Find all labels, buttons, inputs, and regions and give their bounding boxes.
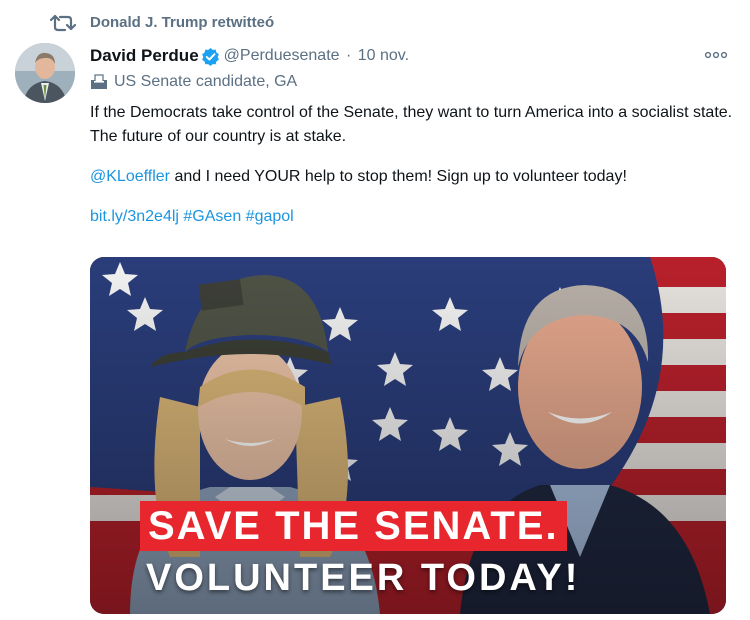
hashtag-gapol[interactable]: #gapol	[246, 208, 294, 225]
account-label: US Senate candidate, GA	[90, 73, 297, 95]
tweet-paragraph-2-text: and I need YOUR help to stop them! Sign …	[170, 168, 627, 185]
author-handle[interactable]: @Perduesenate	[224, 47, 340, 64]
mention-link[interactable]: @KLoeffler	[90, 168, 170, 185]
label-text: US Senate candidate, GA	[114, 73, 298, 90]
tweet-header: David Perdue @Perduesenate · 10 nov.	[90, 46, 690, 68]
verified-badge-icon	[201, 47, 219, 66]
tweet-paragraph-2: @KLoeffler and I need YOUR help to stop …	[90, 165, 740, 189]
tweet-media-image[interactable]: SAVE THE SENATE. VOLUNTEER TODAY!	[90, 257, 726, 614]
media-banner-line-2: VOLUNTEER TODAY!	[146, 557, 581, 599]
separator-dot: ·	[345, 47, 352, 64]
url-link[interactable]: bit.ly/3n2e4lj	[90, 208, 179, 225]
tweet-body: If the Democrats take control of the Sen…	[90, 101, 740, 229]
retweet-label[interactable]: Donald J. Trump retwitteó	[90, 14, 274, 31]
author-name[interactable]: David Perdue	[90, 46, 199, 65]
tweet-paragraph-3: bit.ly/3n2e4lj #GAsen #gapol	[90, 205, 740, 229]
hashtag-gasen[interactable]: #GAsen	[183, 208, 241, 225]
retweet-context[interactable]: Donald J. Trump retwitteó	[0, 10, 750, 38]
ballot-box-icon	[91, 74, 107, 89]
tweet-paragraph-1: If the Democrats take control of the Sen…	[90, 104, 733, 145]
retweet-icon	[50, 14, 76, 32]
more-options-icon[interactable]	[704, 50, 728, 60]
avatar[interactable]	[15, 43, 75, 103]
tweet-date[interactable]: 10 nov.	[358, 47, 409, 64]
media-banner-line-1: SAVE THE SENATE.	[140, 501, 567, 551]
